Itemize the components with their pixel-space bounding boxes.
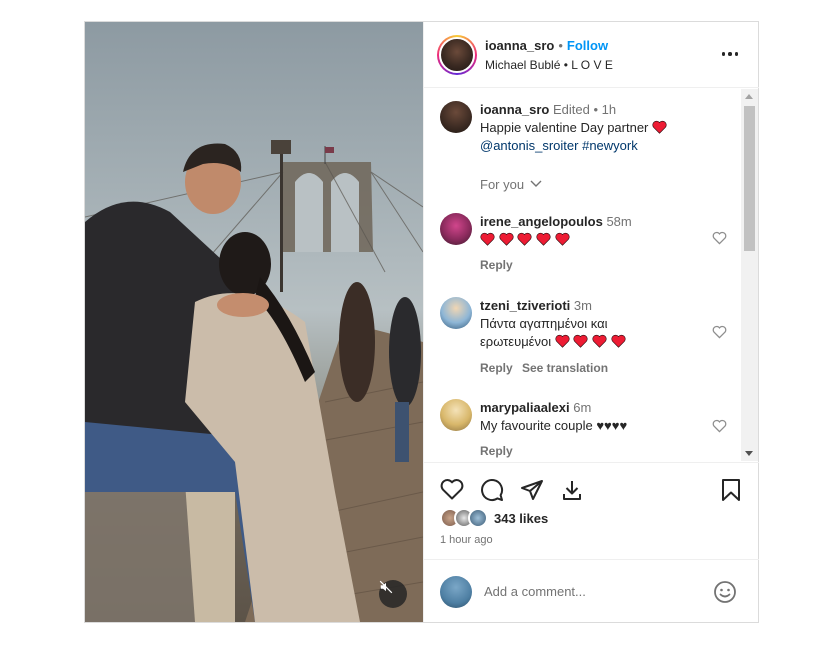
post-timestamp: 1 hour ago [440,534,493,546]
brooklyn-bridge-photo [85,140,423,622]
red-heart-icon [592,334,607,348]
post-photo[interactable] [85,22,423,622]
comments-scrollbar[interactable] [741,89,758,461]
red-heart-icon [499,232,514,246]
comment-username[interactable]: tzeni_tziverioti [480,298,570,313]
red-heart-icon [480,232,495,246]
comment-header: marypaliaalexi 6m [480,399,591,417]
scrollbar-thumb[interactable] [744,106,755,251]
author-avatar[interactable] [437,35,477,75]
caption-header: ioanna_sro Edited • 1h [480,101,616,119]
hashtag-link[interactable]: #newyork [582,138,638,153]
scroll-down-arrow-icon[interactable] [745,451,753,456]
comment-time: 3m [573,298,592,313]
comment-username[interactable]: marypaliaalexi [480,400,570,415]
red-heart-icon [652,120,667,134]
comment-text: My favourite couple ♥♥♥♥ [480,418,628,433]
author-username[interactable]: ioanna_sro [485,38,554,53]
likes-count[interactable]: 343 likes [494,511,548,526]
heart-outline-icon[interactable] [712,231,727,245]
instagram-post-modal: ioanna_sro • Follow Michael Bublé • L O V … [84,21,759,623]
separator-dot: • [558,38,563,53]
comment-text: ερωτευμένοι [480,334,552,349]
red-heart-icon [573,334,588,348]
heart-outline-icon[interactable] [712,325,727,339]
comment-time: 58m [606,214,632,229]
reply-button[interactable]: Reply [480,258,513,272]
audio-track[interactable]: Michael Bublé • L O V E [485,58,613,72]
red-heart-icon [611,334,626,348]
comment-header: tzeni_tziverioti 3m [480,297,592,315]
add-comment-input[interactable] [484,580,694,602]
for-you-label: For you [480,177,525,192]
caption-text-line: Happie valentine Day partner [480,119,667,137]
comment-avatar[interactable] [440,297,472,329]
comment-username[interactable]: irene_angelopoulos [480,214,603,229]
reply-button[interactable]: Reply [480,361,513,375]
caption-meta: Edited • 1h [552,102,617,117]
reply-button[interactable]: Reply [480,444,513,458]
caption-username[interactable]: ioanna_sro [480,102,549,117]
follow-button[interactable]: Follow [567,38,608,53]
chevron-down-icon [530,180,542,187]
red-heart-icon [517,232,532,246]
paper-plane-icon[interactable] [520,478,544,502]
red-heart-icon [536,232,551,246]
post-header: ioanna_sro • Follow Michael Bublé • L O V … [424,22,759,88]
comment-avatar[interactable] [440,213,472,245]
add-comment-bar [424,559,759,622]
red-heart-icon [554,232,570,246]
comment-text-line: Πάντα αγαπημένοι και [480,316,608,331]
liker-avatar [468,508,488,528]
more-options-icon[interactable] [719,47,741,61]
mention-link[interactable]: @antonis_sroiter [480,138,578,153]
comment-bubble-icon[interactable] [480,478,504,502]
mute-button[interactable] [379,580,407,608]
current-user-avatar [440,576,472,608]
bookmark-icon[interactable] [720,478,742,502]
comments-list[interactable]: ioanna_sro Edited • 1h Happie valentine … [424,89,759,461]
likes-summary[interactable]: 343 likes [440,508,548,528]
caption-avatar[interactable] [440,101,472,133]
comment-avatar[interactable] [440,399,472,431]
comment-hearts [480,231,570,249]
post-side-panel: ioanna_sro • Follow Michael Bublé • L O V … [423,22,759,622]
heart-outline-icon[interactable] [440,478,464,500]
red-heart-icon [555,334,570,348]
emoji-smile-icon[interactable] [713,580,737,604]
author-line: ioanna_sro • Follow [485,38,608,53]
for-you-dropdown[interactable]: For you [480,176,542,194]
scroll-up-arrow-icon[interactable] [745,94,753,99]
download-icon[interactable] [560,478,584,502]
see-translation-button[interactable]: See translation [522,361,608,375]
heart-outline-icon[interactable] [712,419,727,433]
post-actions-bar [424,462,759,501]
comment-time: 6m [573,400,592,415]
speaker-muted-icon [379,580,393,594]
caption-text: Happie valentine Day partner [480,120,649,135]
comment-header: irene_angelopoulos 58m [480,213,632,231]
caption-tags-line: @antonis_sroiter #newyork [480,137,638,155]
comment-text-line: ερωτευμένοι [480,333,626,351]
